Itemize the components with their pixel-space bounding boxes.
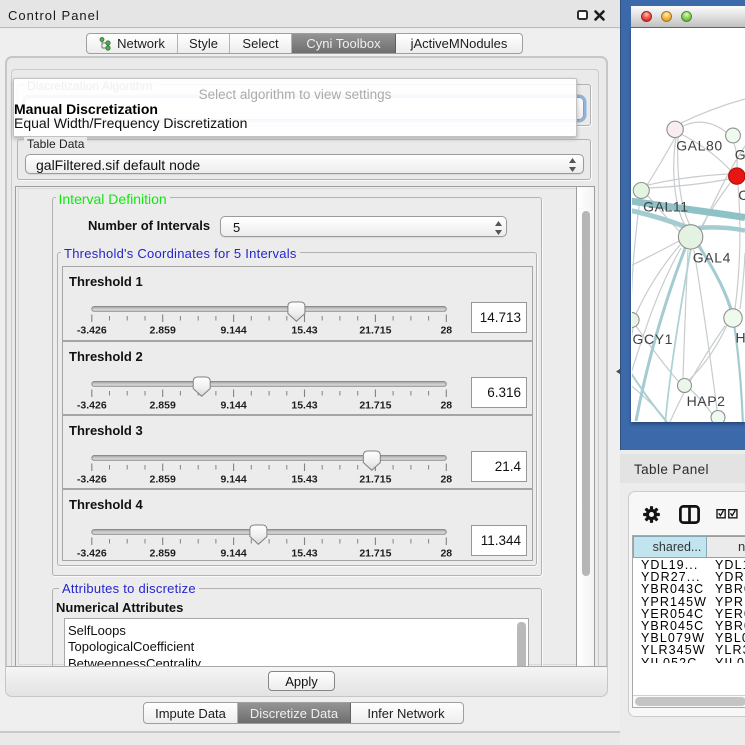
svg-text:-3.426: -3.426 — [77, 324, 107, 336]
svg-text:15.43: 15.43 — [291, 399, 317, 411]
svg-text:28: 28 — [440, 547, 452, 559]
svg-text:9.144: 9.144 — [220, 547, 246, 559]
svg-text:-3.426: -3.426 — [77, 547, 107, 559]
svg-text:2.859: 2.859 — [150, 547, 176, 559]
svg-text:-3.426: -3.426 — [77, 473, 107, 485]
svg-text:9.144: 9.144 — [220, 473, 246, 485]
svg-text:15.43: 15.43 — [291, 547, 317, 559]
svg-text:9.144: 9.144 — [220, 399, 246, 411]
svg-text:HIS4: HIS4 — [736, 330, 745, 346]
svg-text:2.859: 2.859 — [150, 324, 176, 336]
svg-text:28: 28 — [440, 473, 452, 485]
svg-text:28: 28 — [440, 399, 452, 411]
svg-text:21.715: 21.715 — [359, 473, 391, 485]
svg-text:15.43: 15.43 — [291, 473, 317, 485]
svg-text:GAL80: GAL80 — [676, 138, 723, 154]
svg-text:21.715: 21.715 — [359, 399, 391, 411]
svg-text:2.859: 2.859 — [150, 399, 176, 411]
svg-text:-3.426: -3.426 — [77, 399, 107, 411]
svg-text:GAL4: GAL4 — [693, 250, 731, 266]
svg-text:GAL1: GAL1 — [735, 147, 745, 163]
svg-text:GCY1: GCY1 — [633, 331, 674, 347]
svg-text:2.859: 2.859 — [150, 473, 176, 485]
svg-text:28: 28 — [440, 324, 452, 336]
svg-text:15.43: 15.43 — [291, 324, 317, 336]
svg-text:HAP2: HAP2 — [687, 393, 726, 409]
svg-text:GAL11: GAL11 — [643, 199, 689, 215]
svg-text:21.715: 21.715 — [359, 547, 391, 559]
svg-text:CYC8: CYC8 — [738, 187, 745, 203]
svg-text:9.144: 9.144 — [220, 324, 246, 336]
svg-text:21.715: 21.715 — [359, 324, 391, 336]
